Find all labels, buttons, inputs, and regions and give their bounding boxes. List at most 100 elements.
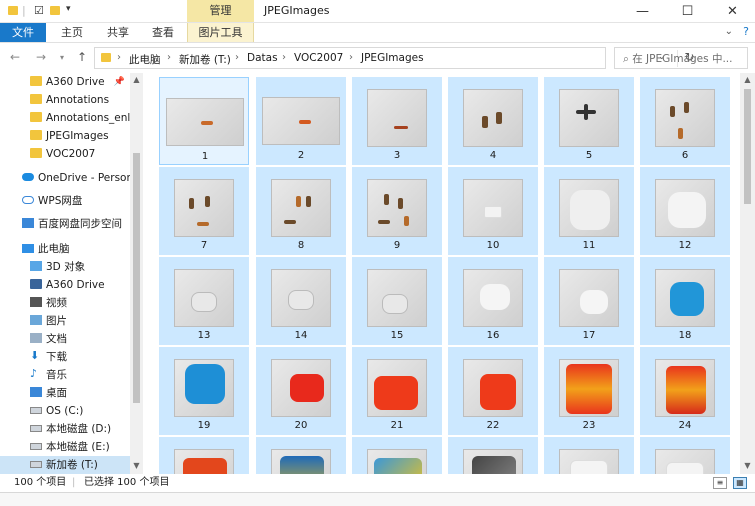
breadcrumb-datas[interactable]: Datas	[247, 52, 278, 64]
details-view-icon[interactable]: ≡	[713, 477, 727, 489]
file-item[interactable]: 6	[640, 77, 730, 165]
file-item[interactable]: 23	[544, 347, 634, 435]
nav-item-annotations[interactable]: Annotations	[0, 91, 130, 109]
file-item[interactable]	[640, 437, 730, 474]
ribbon: 文件 主页 共享 查看 图片工具 ⌄ ?	[0, 23, 755, 43]
nav-item-onedrive[interactable]: OneDrive - Person	[0, 169, 133, 187]
file-item[interactable]: 1	[159, 77, 249, 165]
file-item[interactable]: 24	[640, 347, 730, 435]
breadcrumb-separator[interactable]: ›	[282, 52, 286, 63]
nav-item-annotations-enl[interactable]: Annotations_enl	[0, 109, 130, 127]
file-item[interactable]: 14	[256, 257, 346, 345]
nav-scrollbar[interactable]: ▲ ▼	[130, 73, 143, 474]
nav-item-this-pc[interactable]: 此电脑	[0, 240, 130, 258]
scroll-down-arrow-icon[interactable]: ▼	[741, 461, 754, 470]
breadcrumb-separator[interactable]: ›	[167, 52, 171, 63]
nav-item-downloads[interactable]: ⬇ 下载	[0, 348, 130, 366]
maximize-button[interactable]: ☐	[665, 0, 710, 23]
thumbnail	[655, 269, 715, 327]
breadcrumb-jpegimages[interactable]: JPEGImages	[361, 52, 424, 64]
scroll-up-arrow-icon[interactable]: ▲	[741, 75, 754, 84]
file-item[interactable]: 21	[352, 347, 442, 435]
file-item[interactable]: 8	[256, 167, 346, 255]
file-item[interactable]: 16	[448, 257, 538, 345]
breadcrumb-separator[interactable]: ›	[117, 52, 121, 63]
thumbnail	[174, 359, 234, 417]
nav-item-videos[interactable]: 视频	[0, 294, 130, 312]
file-item[interactable]: 11	[544, 167, 634, 255]
file-item[interactable]: 22	[448, 347, 538, 435]
thumbnail	[655, 179, 715, 237]
nav-item-jpegimages[interactable]: JPEGImages	[0, 127, 130, 145]
file-item[interactable]: 19	[159, 347, 249, 435]
large-icons-view-icon[interactable]: ▦	[733, 477, 747, 489]
file-item[interactable]	[352, 437, 442, 474]
file-item[interactable]: 7	[159, 167, 249, 255]
nav-item-documents[interactable]: 文档	[0, 330, 130, 348]
tab-picture-tools[interactable]: 图片工具	[187, 23, 254, 42]
recent-locations-icon[interactable]: ▾	[60, 53, 64, 62]
nav-item-baidu[interactable]: 百度网盘同步空间	[0, 215, 130, 233]
selected-count: 已选择 100 个项目	[84, 477, 170, 488]
nav-item-music[interactable]: ♪ 音乐	[0, 366, 130, 384]
back-arrow-icon[interactable]: ←	[10, 50, 20, 64]
new-folder-icon[interactable]	[50, 4, 64, 17]
file-item[interactable]	[544, 437, 634, 474]
nav-item-os-c[interactable]: OS (C:)	[0, 402, 130, 420]
nav-item-local-d[interactable]: 本地磁盘 (D:)	[0, 420, 130, 438]
thumbnail	[463, 89, 523, 147]
tab-file[interactable]: 文件	[0, 23, 46, 42]
tab-share[interactable]: 共享	[98, 23, 138, 42]
forward-arrow-icon[interactable]: →	[36, 50, 46, 64]
file-item[interactable]: 2	[256, 77, 346, 165]
nav-item-voc2007[interactable]: VOC2007	[0, 145, 130, 163]
nav-item-wps[interactable]: WPS网盘	[0, 192, 130, 210]
file-item[interactable]: 15	[352, 257, 442, 345]
file-item[interactable]: 3	[352, 77, 442, 165]
file-item[interactable]	[159, 437, 249, 474]
file-item[interactable]: 18	[640, 257, 730, 345]
nav-scrollbar-thumb[interactable]	[133, 153, 140, 403]
breadcrumb-separator[interactable]: ›	[235, 52, 239, 63]
file-item[interactable]: 12	[640, 167, 730, 255]
tab-home[interactable]: 主页	[52, 23, 92, 42]
close-button[interactable]: ✕	[710, 0, 755, 23]
thumbnail	[262, 97, 340, 145]
pin-icon[interactable]: 📌	[114, 73, 125, 91]
address-bar[interactable]: › 此电脑 › 新加卷 (T:) › Datas › VOC2007 › JPE…	[94, 47, 695, 69]
file-item[interactable]: 13	[159, 257, 249, 345]
properties-icon[interactable]: ☑	[34, 4, 44, 17]
search-input[interactable]: ⌕ 在 JPEGImages 中...	[614, 47, 748, 69]
file-item[interactable]	[256, 437, 346, 474]
content-scrollbar-thumb[interactable]	[744, 89, 751, 204]
customize-quick-access-icon[interactable]: ▾	[66, 4, 71, 14]
breadcrumb-this-pc[interactable]: 此电脑	[129, 52, 161, 67]
breadcrumb-volume-t[interactable]: 新加卷 (T:)	[179, 52, 231, 67]
nav-item-volume-t[interactable]: 新加卷 (T:)	[0, 456, 130, 474]
nav-item-3d-objects[interactable]: 3D 对象	[0, 258, 130, 276]
expand-ribbon-icon[interactable]: ⌄	[725, 26, 733, 37]
separator: |	[22, 4, 26, 17]
nav-item-pictures[interactable]: 图片	[0, 312, 130, 330]
help-icon[interactable]: ?	[743, 25, 749, 38]
breadcrumb-voc2007[interactable]: VOC2007	[294, 52, 343, 64]
scroll-up-arrow-icon[interactable]: ▲	[130, 75, 143, 84]
minimize-button[interactable]: —	[620, 0, 665, 23]
file-item[interactable]: 4	[448, 77, 538, 165]
file-item[interactable]: 20	[256, 347, 346, 435]
tab-view[interactable]: 查看	[143, 23, 183, 42]
nav-item-a360-drive-2[interactable]: A360 Drive	[0, 276, 130, 294]
nav-item-desktop[interactable]: 桌面	[0, 384, 130, 402]
nav-item-local-e[interactable]: 本地磁盘 (E:)	[0, 438, 130, 456]
file-item[interactable]	[448, 437, 538, 474]
up-arrow-icon[interactable]: ↑	[77, 50, 87, 64]
content-scrollbar[interactable]: ▲ ▼	[740, 73, 755, 474]
nav-item-a360-drive[interactable]: A360 Drive 📌	[0, 73, 130, 91]
thumbnail	[271, 269, 331, 327]
file-item[interactable]: 10	[448, 167, 538, 255]
file-item[interactable]: 17	[544, 257, 634, 345]
breadcrumb-separator[interactable]: ›	[349, 52, 353, 63]
file-item[interactable]: 5	[544, 77, 634, 165]
file-item[interactable]: 9	[352, 167, 442, 255]
scroll-down-arrow-icon[interactable]: ▼	[130, 461, 143, 470]
